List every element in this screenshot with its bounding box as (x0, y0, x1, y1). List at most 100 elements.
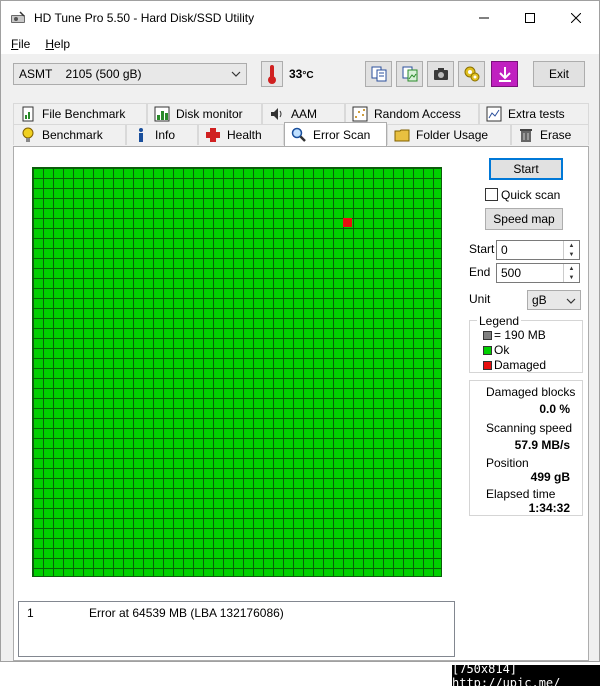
tab-extra-tests[interactable]: Extra tests (479, 103, 589, 124)
legend-damaged-text: Damaged (494, 358, 547, 372)
save-button[interactable] (491, 61, 518, 87)
tab-random-access[interactable]: Random Access (345, 103, 479, 124)
legend-ok: Ok (483, 343, 509, 357)
tab-folder-usage[interactable]: Folder Usage (387, 124, 511, 145)
copy-image-icon (402, 66, 417, 82)
legend-block-size-text: = 190 MB (494, 328, 546, 342)
start-field[interactable]: 0 ▲ ▼ (496, 240, 580, 260)
health-cross-icon (206, 128, 220, 142)
speed-map-button-label: Speed map (493, 212, 555, 226)
exit-button[interactable]: Exit (533, 61, 585, 87)
start-button[interactable]: Start (489, 158, 563, 180)
speaker-icon (271, 108, 282, 120)
unit-select[interactable]: gB (527, 290, 581, 310)
menu-help-accesskey: H (45, 37, 55, 51)
exit-button-label: Exit (548, 67, 569, 81)
damaged-blocks-label: Damaged blocks (486, 385, 576, 399)
menu-help[interactable]: Help (40, 37, 75, 51)
elapsed-time-value: 1:34:32 (528, 501, 570, 515)
tab-health-label: Health (227, 128, 262, 142)
speed-map-button[interactable]: Speed map (485, 208, 563, 230)
tab-erase-label: Erase (540, 128, 572, 142)
spin-down-icon: ▼ (568, 274, 575, 281)
temperature-unit: °C (302, 70, 314, 81)
title-bar: HD Tune Pro 5.50 - Hard Disk/SSD Utility (1, 1, 599, 34)
maximize-button[interactable] (507, 1, 553, 34)
quick-scan-label: Quick scan (501, 188, 561, 202)
random-access-icon (352, 106, 368, 122)
log-row[interactable]: 1 Error at 64539 MB (LBA 132176086) (19, 606, 454, 622)
download-arrow-icon (498, 67, 511, 82)
chevron-down-icon (566, 298, 576, 304)
maximize-icon (525, 12, 535, 23)
copy-text-button[interactable] (365, 61, 392, 87)
tab-info-label: Info (155, 128, 176, 142)
tab-info[interactable]: Info (126, 124, 198, 145)
legend-block-swatch (483, 331, 492, 340)
log-row-message: Error at 64539 MB (LBA 132176086) (89, 606, 284, 620)
tab-file-benchmark-label: File Benchmark (42, 107, 126, 121)
tab-disk-monitor-label: Disk monitor (176, 107, 243, 121)
temperature-value: 33 (289, 67, 303, 81)
copy-icon (371, 66, 386, 82)
legend-title: Legend (477, 314, 522, 328)
tab-benchmark[interactable]: Benchmark (13, 124, 126, 145)
tab-file-benchmark[interactable]: File Benchmark (13, 103, 147, 124)
tab-folder-usage-label: Folder Usage (416, 128, 489, 142)
close-button[interactable] (553, 1, 599, 34)
menu-help-label: elp (54, 37, 71, 51)
error-log-list[interactable]: 1 Error at 64539 MB (LBA 132176086) (18, 601, 455, 657)
app-disk-icon (11, 10, 25, 23)
quick-scan-checkbox[interactable] (485, 188, 498, 201)
tab-benchmark-label: Benchmark (42, 128, 103, 142)
chevron-down-icon (231, 71, 241, 77)
copy-screenshot-button[interactable] (396, 61, 423, 87)
end-field[interactable]: 500 ▲ ▼ (496, 263, 580, 283)
window-title: HD Tune Pro 5.50 - Hard Disk/SSD Utility (34, 10, 255, 25)
unit-select-value: gB (532, 293, 547, 307)
tab-extra-tests-label: Extra tests (508, 107, 565, 121)
gears-icon (464, 66, 479, 82)
close-icon (571, 12, 581, 23)
end-field-value: 500 (501, 266, 522, 280)
tab-erase[interactable]: Erase (511, 124, 589, 145)
start-field-label: Start (469, 242, 495, 256)
legend-ok-swatch (483, 346, 492, 355)
extra-tests-icon (486, 106, 502, 122)
tab-random-access-label: Random Access (374, 107, 461, 121)
screenshot-button[interactable] (427, 61, 454, 87)
file-benchmark-icon (22, 106, 34, 122)
tab-aam-label: AAM (291, 107, 318, 121)
disk-monitor-icon (154, 106, 170, 122)
end-field-spinner[interactable]: ▲ ▼ (563, 264, 579, 282)
thermometer-icon (268, 65, 276, 84)
position-label: Position (486, 456, 529, 470)
minimize-icon (479, 17, 489, 18)
temperature-readout: 33°C (289, 67, 314, 81)
damaged-block (343, 218, 352, 227)
options-button[interactable] (458, 61, 485, 87)
tab-error-scan[interactable]: Error Scan (284, 122, 387, 146)
scan-stats-box: Damaged blocks 0.0 % Scanning speed 57.9… (469, 380, 583, 516)
start-field-value: 0 (501, 243, 508, 257)
error-scan-grid (32, 167, 442, 577)
legend-ok-text: Ok (494, 343, 510, 357)
menu-file[interactable]: File (6, 37, 35, 51)
app-window: HD Tune Pro 5.50 - Hard Disk/SSD Utility… (0, 0, 600, 662)
spin-down-icon: ▼ (568, 251, 575, 258)
watermark: [750x814] http://upic.me/ (452, 662, 600, 690)
temperature-button[interactable] (261, 61, 283, 87)
magnifier-icon (291, 127, 306, 142)
elapsed-time-label: Elapsed time (486, 487, 556, 501)
minimize-button[interactable] (461, 1, 507, 34)
tab-health[interactable]: Health (198, 124, 284, 145)
lightbulb-icon (22, 127, 34, 142)
spin-up-icon: ▲ (568, 242, 575, 249)
trash-icon (520, 129, 532, 142)
drive-select[interactable]: ASMT 2105 (500 gB) (13, 63, 247, 85)
start-button-label: Start (513, 162, 539, 176)
end-field-label: End (469, 265, 491, 279)
tab-aam[interactable]: AAM (262, 103, 345, 124)
start-field-spinner[interactable]: ▲ ▼ (563, 241, 579, 259)
tab-disk-monitor[interactable]: Disk monitor (147, 103, 262, 124)
